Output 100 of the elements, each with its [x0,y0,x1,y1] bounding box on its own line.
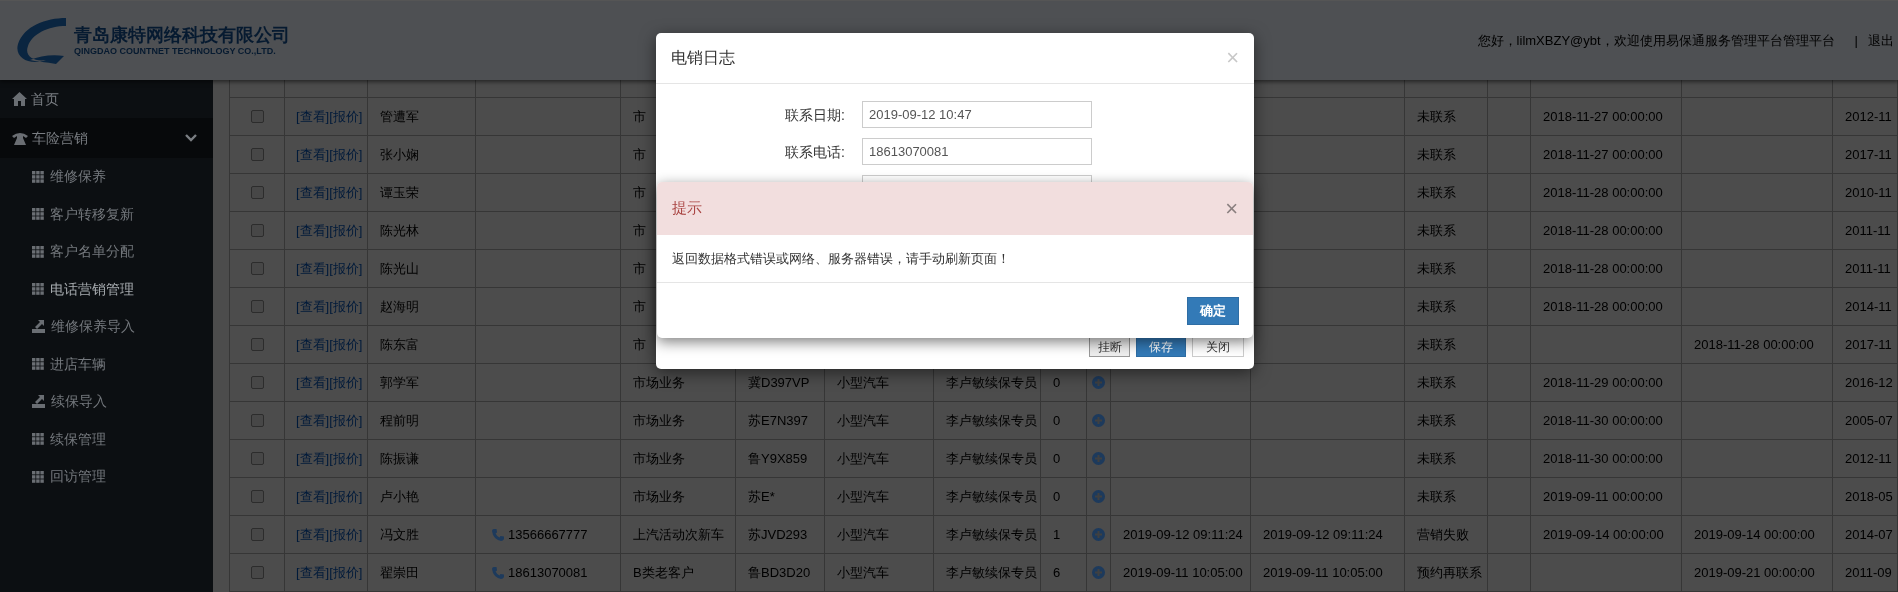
table-cell: 小型汽车 [825,440,934,478]
table-cell: 程前明 [368,402,476,440]
table-cell: 张小娴 [368,136,476,174]
table-cell: 2018-11-28 00:00:00 [1531,174,1682,212]
table-cell: 2019-09-11 00:00:00 [1531,478,1682,516]
sidebar-subitem[interactable]: 客户转移复新 [0,195,213,233]
row-checkbox[interactable] [250,110,264,123]
phone-icon [492,566,504,579]
view-link[interactable]: [查看] [296,524,330,545]
close-button[interactable]: × [1225,197,1238,220]
quote-link[interactable]: [报价] [329,144,363,165]
view-link[interactable]: [查看] [296,334,330,355]
input-field[interactable]: 2019-09-12 10:47 [862,101,1092,128]
quote-link[interactable]: [报价] [329,562,363,583]
add-icon[interactable] [1092,566,1105,579]
table-cell: 0 [1041,402,1087,440]
view-link[interactable]: [查看] [296,410,330,431]
company-name: 青岛康特网络科技有限公司 [74,24,290,46]
quote-link[interactable]: [报价] [329,220,363,241]
phone-icon [492,528,504,541]
table-cell: 2011-11 [1833,250,1898,288]
view-link[interactable]: [查看] [296,106,330,127]
sidebar-subitem[interactable]: 续保管理 [0,420,213,458]
table-cell: 鲁Y9X859 [736,440,825,478]
row-checkbox[interactable] [250,566,264,579]
view-link[interactable]: [查看] [296,448,330,469]
row-checkbox[interactable] [250,338,264,351]
upload-icon [32,320,45,334]
quote-link[interactable]: [报价] [329,486,363,507]
quote-link[interactable]: [报价] [329,182,363,203]
table-cell: 管遭军 [368,98,476,136]
row-checkbox[interactable] [250,262,264,275]
view-link[interactable]: [查看] [296,182,330,203]
table-cell [1833,80,1898,98]
grid-icon [32,470,44,483]
table-cell: 小型汽车 [825,554,934,592]
grid-icon [32,283,44,296]
table-cell: 营销失败 [1405,516,1488,554]
view-link[interactable]: [查看] [296,144,330,165]
quote-link[interactable]: [报价] [329,372,363,393]
sidebar-subitem[interactable]: 续保导入 [0,383,213,421]
table-cell: 未联系 [1405,136,1488,174]
sidebar-item[interactable]: 车险营销 [0,118,213,158]
sidebar-item[interactable]: 首页 [0,80,213,118]
table-cell: 2018-05 [1833,478,1898,516]
row-checkbox[interactable] [250,300,264,313]
table-cell: 2010-11 [1833,174,1898,212]
view-link[interactable]: [查看] [296,220,330,241]
row-checkbox[interactable] [250,148,264,161]
view-link[interactable]: [查看] [296,562,330,583]
row-checkbox[interactable] [250,452,264,465]
sidebar-subitem[interactable]: 客户名单分配 [0,233,213,271]
quote-link[interactable]: [报价] [329,296,363,317]
quote-link[interactable]: [报价] [329,334,363,355]
view-link[interactable]: [查看] [296,296,330,317]
save-button[interactable]: 保存 [1136,337,1186,357]
add-icon[interactable] [1092,414,1105,427]
grid-icon [32,433,44,446]
home-icon [12,92,27,106]
sidebar-subitem[interactable]: 进店车辆 [0,345,213,383]
row-checkbox[interactable] [250,414,264,427]
add-icon[interactable] [1092,452,1105,465]
table-cell: 小型汽车 [825,402,934,440]
table-cell: 2018-11-30 00:00:00 [1531,402,1682,440]
sidebar-subitem[interactable]: 维修保养导入 [0,308,213,346]
add-icon[interactable] [1092,528,1105,541]
quote-link[interactable]: [报价] [329,106,363,127]
quote-link[interactable]: [报价] [329,524,363,545]
row-checkbox[interactable] [250,224,264,237]
grid-icon [32,170,44,183]
add-icon[interactable] [1092,376,1105,389]
hang-up-button[interactable]: 挂断 [1089,337,1130,357]
sidebar-subitem[interactable]: 回访管理 [0,458,213,496]
quote-link[interactable]: [报价] [329,258,363,279]
input-field[interactable]: 18613070081 [862,138,1092,165]
quote-link[interactable]: [报价] [329,410,363,431]
close-button[interactable]: × [1226,47,1239,69]
table-cell: 6 [1041,554,1087,592]
row-checkbox[interactable] [250,376,264,389]
sidebar-subitem[interactable]: 维修保养 [0,158,213,196]
table-cell: 2019-09-11 10:05:00 [1251,554,1405,592]
table-cell: 冯文胜 [368,516,476,554]
view-link[interactable]: [查看] [296,258,330,279]
logout-link[interactable]: 退出 [1868,30,1894,51]
quote-link[interactable]: [报价] [329,448,363,469]
row-checkbox[interactable] [250,490,264,503]
table-cell: 2018-11-28 00:00:00 [1531,288,1682,326]
table-cell: 2019-09-11 10:05:00 [1111,554,1251,592]
row-checkbox[interactable] [250,186,264,199]
sidebar-subitem[interactable]: 电话营销管理 [0,270,213,308]
table-cell: 陈光林 [368,212,476,250]
cancel-button[interactable]: 关闭 [1192,337,1244,357]
welcome-text: 您好，lilmXBZY@ybt，欢迎使用易保通服务管理平台管理平台 [1477,31,1835,50]
add-icon[interactable] [1092,490,1105,503]
row-checkbox[interactable] [250,528,264,541]
table-cell: 未联系 [1405,174,1488,212]
view-link[interactable]: [查看] [296,372,330,393]
confirm-button[interactable]: 确定 [1187,296,1239,325]
dialog-title: 电销日志 [671,48,735,68]
view-link[interactable]: [查看] [296,486,330,507]
